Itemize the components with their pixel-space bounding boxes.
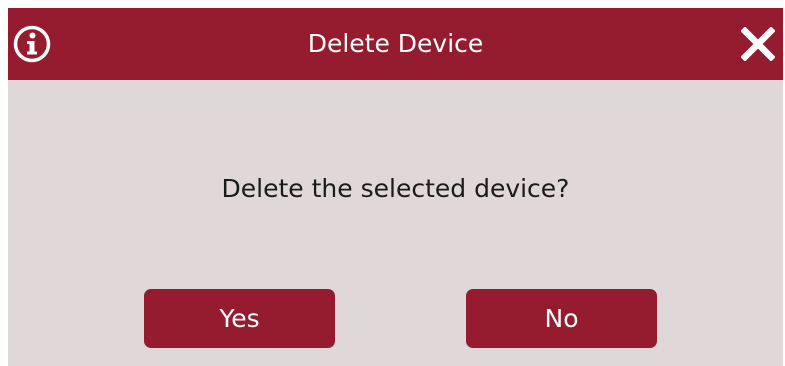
no-button[interactable]: No bbox=[466, 289, 657, 348]
dialog-titlebar: Delete Device bbox=[8, 8, 783, 80]
close-icon[interactable] bbox=[741, 27, 775, 61]
delete-device-dialog: Delete Device Delete the selected device… bbox=[8, 8, 783, 366]
dialog-title: Delete Device bbox=[307, 29, 484, 58]
yes-button[interactable]: Yes bbox=[144, 289, 335, 348]
confirmation-message: Delete the selected device? bbox=[221, 174, 570, 203]
